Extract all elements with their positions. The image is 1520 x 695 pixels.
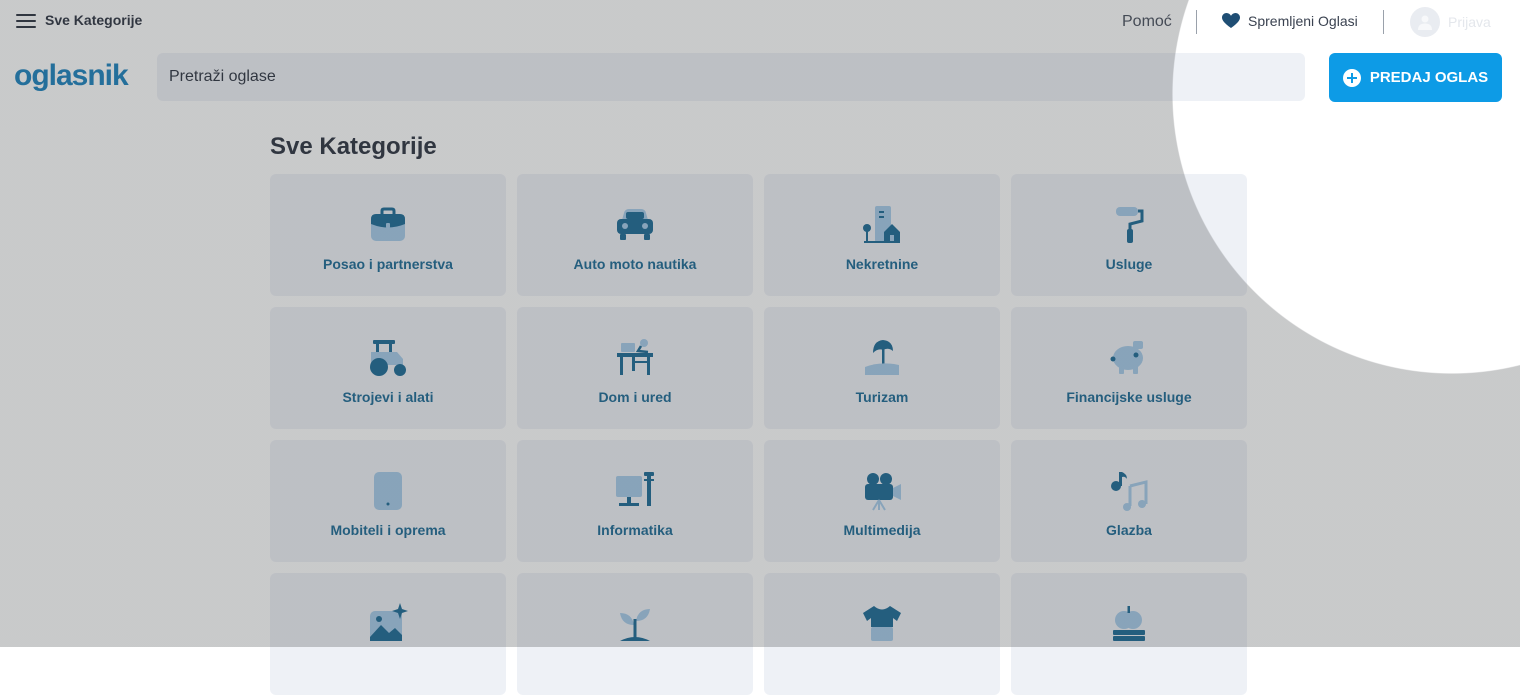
- all-categories-menu-button[interactable]: Sve Kategorije: [16, 12, 142, 28]
- tshirt-icon: [863, 606, 901, 641]
- saved-ads-link[interactable]: Spremljeni Oglasi: [1222, 13, 1358, 29]
- divider: [1383, 10, 1384, 34]
- category-label: Strojevi i alati: [342, 389, 434, 405]
- help-link[interactable]: Pomoć: [1122, 13, 1172, 31]
- hamburger-menu-icon: [16, 12, 36, 28]
- category-card[interactable]: Mobiteli i oprema: [270, 440, 506, 562]
- search-bar[interactable]: [157, 53, 1305, 101]
- paint-roller-icon: [1116, 207, 1144, 243]
- category-label: Informatika: [597, 522, 673, 538]
- category-card[interactable]: [270, 573, 506, 695]
- tractor-icon: [370, 340, 406, 376]
- login-button[interactable]: Prijava: [1410, 7, 1491, 37]
- page: Sve Kategorije Pomoć Spremljeni Oglasi P…: [0, 0, 1520, 695]
- beach-umbrella-icon: [865, 340, 899, 375]
- plus-circle-icon: [1342, 68, 1361, 87]
- category-card[interactable]: Informatika: [517, 440, 753, 562]
- category-label: Financijske usluge: [1066, 389, 1192, 405]
- video-camera-icon: [865, 473, 901, 511]
- category-card[interactable]: Nekretnine: [764, 174, 1000, 296]
- category-card[interactable]: Usluge: [1011, 174, 1247, 296]
- category-label: Nekretnine: [845, 256, 919, 272]
- piggy-bank-icon: [1110, 341, 1143, 374]
- category-label: Usluge: [1105, 256, 1153, 272]
- category-label: Glazba: [1106, 522, 1152, 538]
- category-label: Multimedija: [843, 522, 921, 538]
- category-card[interactable]: Posao i partnerstva: [270, 174, 506, 296]
- category-card[interactable]: Financijske usluge: [1011, 307, 1247, 429]
- desk-icon: [617, 339, 653, 375]
- phone-icon: [374, 472, 402, 510]
- category-card[interactable]: Dom i ured: [517, 307, 753, 429]
- briefcase-icon: [371, 207, 405, 241]
- saved-ads-label: Spremljeni Oglasi: [1248, 13, 1358, 29]
- heart-icon: [1222, 13, 1240, 28]
- category-card[interactable]: Auto moto nautika: [517, 174, 753, 296]
- login-label: Prijava: [1448, 14, 1491, 30]
- sprout-icon: [620, 609, 650, 641]
- category-card[interactable]: Strojevi i alati: [270, 307, 506, 429]
- computer-icon: [616, 472, 654, 506]
- category-label: Turizam: [855, 389, 909, 405]
- category-card[interactable]: [1011, 573, 1247, 695]
- post-ad-label: PREDAJ OGLAS: [1369, 69, 1489, 86]
- search-input[interactable]: [157, 53, 1305, 101]
- category-label: Auto moto nautika: [573, 256, 697, 272]
- category-card[interactable]: Turizam: [764, 307, 1000, 429]
- page-title: Sve Kategorije: [270, 133, 437, 160]
- category-card[interactable]: [764, 573, 1000, 695]
- divider: [1196, 10, 1197, 34]
- music-notes-icon: [1111, 472, 1148, 511]
- category-card[interactable]: Glazba: [1011, 440, 1247, 562]
- category-card[interactable]: [517, 573, 753, 695]
- apple-books-icon: [1113, 606, 1145, 641]
- category-grid: Posao i partnerstva Auto moto nautika Ne…: [270, 174, 1247, 695]
- category-label: Mobiteli i oprema: [330, 522, 446, 538]
- user-avatar-icon: [1410, 7, 1440, 37]
- oglasnik-logo[interactable]: oglasnik: [14, 58, 129, 94]
- category-card[interactable]: Multimedija: [764, 440, 1000, 562]
- category-label: Posao i partnerstva: [323, 256, 453, 272]
- post-ad-button[interactable]: PREDAJ OGLAS: [1329, 53, 1502, 102]
- menu-label: Sve Kategorije: [45, 12, 143, 28]
- top-navigation: Sve Kategorije Pomoć Spremljeni Oglasi P…: [0, 0, 1520, 44]
- building-icon: [863, 206, 900, 243]
- image-sparkle-icon: [370, 603, 408, 641]
- car-icon: [617, 209, 653, 240]
- category-label: Dom i ured: [598, 389, 672, 405]
